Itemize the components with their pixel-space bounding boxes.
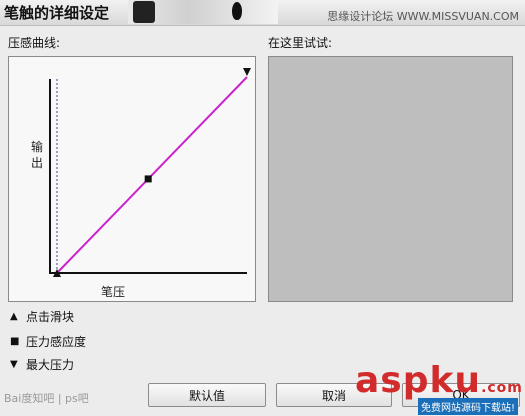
x-axis-label: 笔压 xyxy=(101,285,126,299)
watermark-brand: aspku.com xyxy=(355,360,523,401)
curve-section-label: 压感曲线: xyxy=(8,36,61,50)
y-axis-label: 输出 xyxy=(31,140,44,170)
pressure-curve-panel[interactable]: 输出 笔压 xyxy=(8,56,256,302)
legend-item-pressure-sensitivity: ■ 压力感应度 xyxy=(10,333,86,350)
brush-preview-icon xyxy=(133,1,155,23)
pressure-sensitivity-handle[interactable] xyxy=(144,175,152,183)
ink-drop-icon xyxy=(232,2,242,20)
default-button[interactable]: 默认值 xyxy=(148,383,266,407)
max-pressure-handle[interactable] xyxy=(243,68,251,76)
watermark-brand-sub: 免费网站源码下载站! xyxy=(418,398,519,415)
watermark-bottom-left: Bai度知吧 | ps吧 xyxy=(4,392,89,405)
triangle-up-icon: ▲ xyxy=(10,311,18,322)
title-bar: 笔触的详细设定 思缘设计论坛 WWW.MISSVUAN.COM xyxy=(0,0,525,26)
pressure-curve-line xyxy=(56,76,248,274)
triangle-down-icon: ▼ xyxy=(10,359,18,370)
test-section-label: 在这里试试: xyxy=(268,36,333,50)
watermark-top-right: 思缘设计论坛 WWW.MISSVUAN.COM xyxy=(327,10,519,23)
test-drawing-area[interactable] xyxy=(268,56,513,302)
window-title: 笔触的详细设定 xyxy=(4,4,110,22)
legend-item-max-pressure: ▼ 最大压力 xyxy=(10,356,74,373)
legend-item-click-slider: ▲ 点击滑块 xyxy=(10,308,74,325)
square-icon: ■ xyxy=(10,336,20,347)
legend-label: 点击滑块 xyxy=(26,310,75,324)
legend-label: 最大压力 xyxy=(26,358,75,372)
pressure-curve-graph[interactable] xyxy=(9,57,255,301)
legend-label: 压力感应度 xyxy=(26,335,87,349)
